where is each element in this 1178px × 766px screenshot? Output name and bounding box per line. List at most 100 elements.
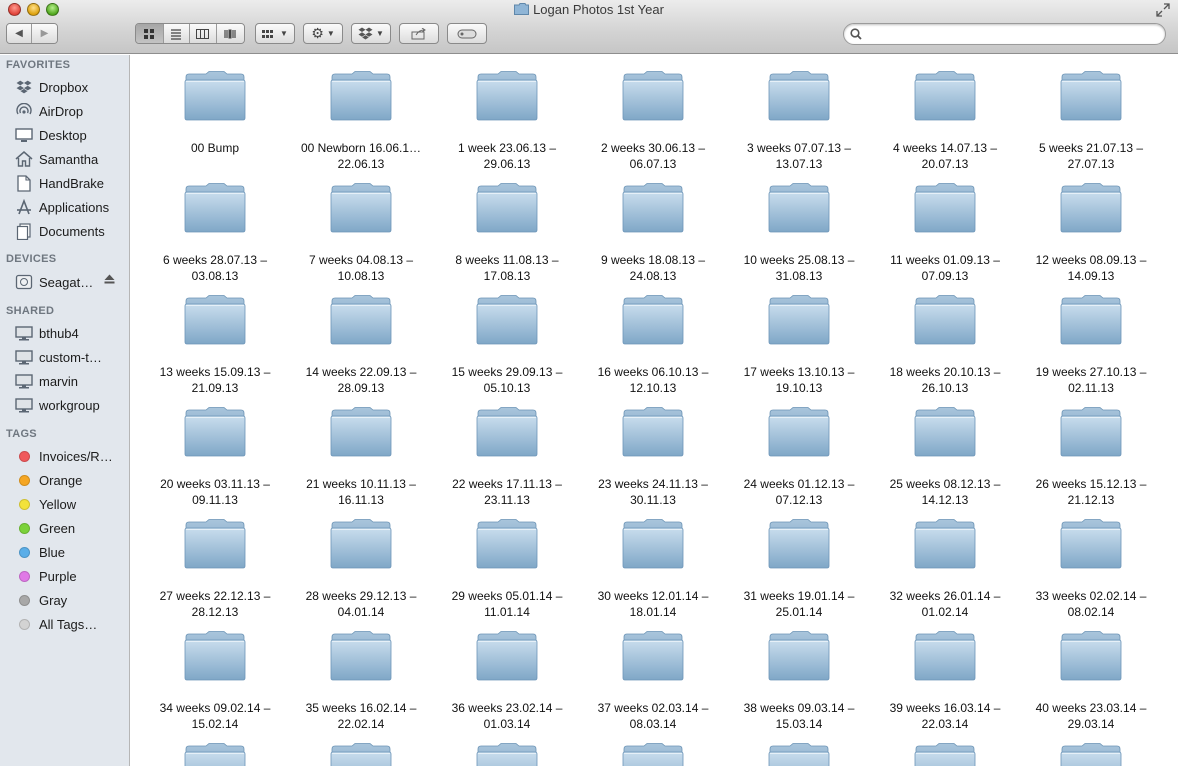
sidebar-item-label: Orange xyxy=(39,472,83,488)
folder-label: 29 weeks 05.01.14 – 11.01.14 xyxy=(451,589,563,619)
sidebar-item-invoices-r[interactable]: Invoices/R… xyxy=(14,445,129,467)
folder-icon xyxy=(184,631,246,681)
tag-color-dot-icon xyxy=(14,543,34,561)
action-button[interactable]: ⚙ ▼ xyxy=(303,23,343,44)
list-view-button[interactable] xyxy=(163,24,191,43)
folder-label: 10 weeks 25.08.13 – 31.08.13 xyxy=(743,253,855,283)
tag-color-dot-icon xyxy=(14,519,34,537)
arrange-icon xyxy=(262,29,274,38)
folder-icon xyxy=(1060,519,1122,569)
folder-label: 27 weeks 22.12.13 – 28.12.13 xyxy=(159,589,271,619)
folder-icon xyxy=(184,295,246,345)
coverflow-view-button[interactable] xyxy=(216,24,244,43)
folder-label: 22 weeks 17.11.13 – 23.11.13 xyxy=(452,477,562,507)
dropbox-icon xyxy=(14,78,34,96)
folder-label: 26 weeks 15.12.13 – 21.12.13 xyxy=(1035,477,1147,507)
sidebar-section-devices[interactable]: DEVICES xyxy=(6,253,56,265)
folder-icon xyxy=(622,71,684,121)
folder-icon xyxy=(476,71,538,121)
sidebar-item-label: Gray xyxy=(39,592,68,608)
sidebar-item-label: Samantha xyxy=(39,151,99,167)
eject-icon[interactable] xyxy=(104,274,115,287)
folder-icon xyxy=(1060,71,1122,121)
sidebar-item-custom-t[interactable]: custom-t… xyxy=(14,346,129,368)
sidebar-item-label: custom-t… xyxy=(39,349,102,365)
airdrop-icon xyxy=(14,102,34,120)
sidebar-item-purple[interactable]: Purple xyxy=(14,565,129,587)
dropbox-menu-button[interactable]: ▼ xyxy=(351,23,391,44)
folder-label: 31 weeks 19.01.14 – 25.01.14 xyxy=(743,589,855,619)
folder-icon xyxy=(622,183,684,233)
sidebar: FAVORITES Dropbox AirDrop Desktop Samantha Ha… xyxy=(0,55,130,766)
sidebar-item-green[interactable]: Green xyxy=(14,517,129,539)
folder-label: 5 weeks 21.07.13 – 27.07.13 xyxy=(1038,141,1144,171)
folder-icon xyxy=(476,295,538,345)
tag-color-dot-icon xyxy=(14,495,34,513)
forward-button[interactable]: ▶ xyxy=(32,24,57,43)
documents-icon xyxy=(14,222,34,240)
fullscreen-icon[interactable] xyxy=(1156,3,1170,17)
sidebar-section-favorites[interactable]: FAVORITES xyxy=(6,59,70,71)
search-input[interactable] xyxy=(866,26,1156,42)
folder-label: 28 weeks 29.12.13 – 04.01.14 xyxy=(305,589,417,619)
search-field[interactable] xyxy=(843,23,1166,45)
folder-icon xyxy=(768,407,830,457)
icon-view-icon xyxy=(144,28,155,39)
window-title: Logan Photos 1st Year xyxy=(0,2,1178,17)
tags-button[interactable] xyxy=(447,23,487,44)
folder-label: 4 weeks 14.07.13 – 20.07.13 xyxy=(892,141,998,171)
folder-label: 3 weeks 07.07.13 – 13.07.13 xyxy=(746,141,852,171)
sidebar-item-dropbox[interactable]: Dropbox xyxy=(14,76,129,98)
folder-icon xyxy=(476,407,538,457)
folder-icon xyxy=(914,407,976,457)
folder-icon xyxy=(914,71,976,121)
search-icon xyxy=(850,28,862,40)
arrange-button[interactable]: ▼ xyxy=(255,23,295,44)
gear-icon: ⚙ xyxy=(311,25,324,41)
folder-icon xyxy=(768,631,830,681)
folder-label: 38 weeks 09.03.14 – 15.03.14 xyxy=(743,701,855,731)
folder-icon xyxy=(768,743,830,766)
folder-icon xyxy=(330,71,392,121)
folder-label: 23 weeks 24.11.13 – 30.11.13 xyxy=(598,477,708,507)
tag-icon xyxy=(457,29,477,38)
coverflow-view-icon xyxy=(224,29,236,38)
sidebar-item-label: Invoices/R… xyxy=(39,448,113,464)
icon-view-button[interactable] xyxy=(136,24,164,43)
sidebar-item-desktop[interactable]: Desktop xyxy=(14,124,129,146)
folder-label: 7 weeks 04.08.13 – 10.08.13 xyxy=(308,253,414,283)
document-icon xyxy=(14,174,34,192)
sidebar-item-label: Purple xyxy=(39,568,77,584)
folder-icon xyxy=(514,3,530,15)
share-button[interactable] xyxy=(399,23,439,44)
folder-icon xyxy=(1060,183,1122,233)
folder-label: 20 weeks 03.11.13 – 09.11.13 xyxy=(160,477,270,507)
sidebar-item-orange[interactable]: Orange xyxy=(14,469,129,491)
sidebar-item-handbrake[interactable]: HandBrake xyxy=(14,172,129,194)
sidebar-item-yellow[interactable]: Yellow xyxy=(14,493,129,515)
sidebar-item-marvin[interactable]: marvin xyxy=(14,370,129,392)
sidebar-item-applications[interactable]: Applications xyxy=(14,196,129,218)
sidebar-item-bthub4[interactable]: bthub4 xyxy=(14,322,129,344)
folder-icon xyxy=(330,743,392,766)
back-button[interactable]: ◀ xyxy=(7,24,33,43)
column-view-button[interactable] xyxy=(190,24,217,43)
folder-icon xyxy=(622,631,684,681)
sidebar-item-airdrop[interactable]: AirDrop xyxy=(14,100,129,122)
sidebar-item-workgroup[interactable]: workgroup xyxy=(14,394,129,416)
sidebar-item-gray[interactable]: Gray xyxy=(14,589,129,611)
sidebar-item-label: marvin xyxy=(39,373,79,389)
folder-label: 11 weeks 01.09.13 – 07.09.13 xyxy=(890,253,1000,283)
sidebar-section-tags[interactable]: TAGS xyxy=(6,428,37,440)
sidebar-item-samantha[interactable]: Samantha xyxy=(14,148,129,170)
folder-label: 36 weeks 23.02.14 – 01.03.14 xyxy=(451,701,563,731)
folder-icon xyxy=(476,183,538,233)
drive-icon xyxy=(14,273,34,291)
window-title-text: Logan Photos 1st Year xyxy=(533,2,664,17)
dropbox-icon xyxy=(358,27,373,40)
folder-icon xyxy=(184,743,246,766)
sidebar-item-blue[interactable]: Blue xyxy=(14,541,129,563)
sidebar-item-all-tags[interactable]: All Tags… xyxy=(14,613,129,635)
sidebar-section-shared[interactable]: SHARED xyxy=(6,305,54,317)
sidebar-item-documents[interactable]: Documents xyxy=(14,220,129,242)
